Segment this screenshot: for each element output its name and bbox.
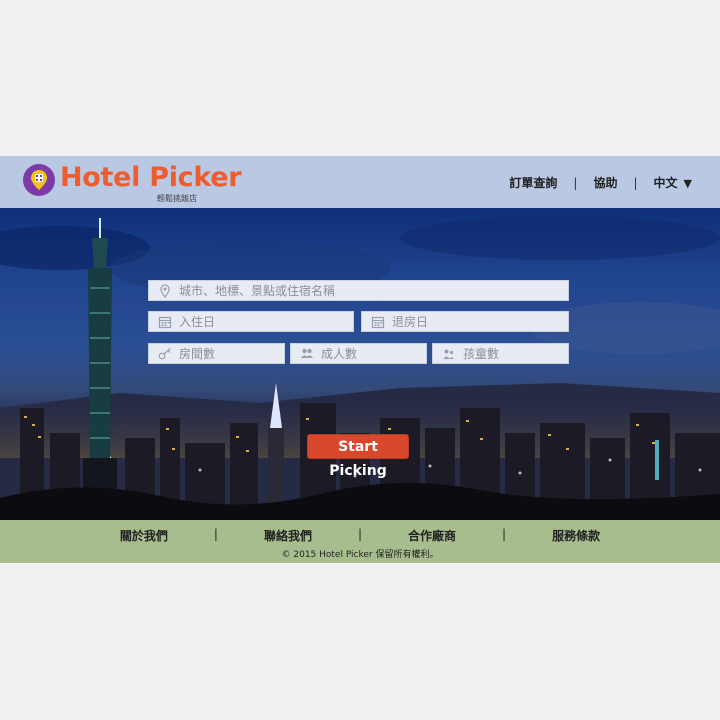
checkout-placeholder: 退房日 — [392, 315, 429, 329]
checkout-date-input[interactable]: 退房日 — [361, 311, 569, 332]
children-placeholder: 孩童數 — [463, 347, 500, 361]
destination-placeholder: 城市、地標、景點或住宿名稱 — [179, 284, 336, 298]
footer-about-link[interactable]: 關於我們 — [120, 527, 168, 544]
nav-separator: | — [573, 175, 578, 190]
logo-tagline: 輕鬆挑飯店 — [157, 194, 197, 203]
nav-separator: | — [633, 175, 638, 190]
children-input[interactable]: 孩童數 — [432, 343, 569, 364]
rooms-placeholder: 房間數 — [179, 347, 216, 361]
adults-input[interactable]: 成人數 — [290, 343, 427, 364]
destination-input[interactable]: 城市、地標、景點或住宿名稱 — [148, 280, 569, 301]
language-label: 中文 — [653, 176, 678, 190]
copyright-text: © 2015 Hotel Picker 保留所有權利。 — [281, 550, 439, 560]
caret-down-icon: ▼ — [683, 177, 692, 190]
footer-terms-link[interactable]: 服務條款 — [552, 527, 600, 544]
key-icon — [158, 347, 171, 359]
footer-separator: | — [213, 527, 218, 541]
calendar-icon — [158, 316, 172, 328]
footer-separator: | — [357, 527, 363, 541]
people-icon — [301, 348, 313, 358]
location-pin-icon — [31, 170, 47, 190]
checkin-date-input[interactable]: 入住日 — [148, 311, 354, 332]
nav-help-link[interactable]: 協助 — [593, 174, 617, 191]
checkin-placeholder: 入住日 — [179, 315, 216, 329]
footer-links: 關於我們 | 聯絡我們 | 合作廠商 | 服務條款 — [0, 527, 720, 544]
language-selector[interactable]: 中文 ▼ — [654, 174, 692, 191]
calendar-icon — [371, 316, 385, 328]
logo-text[interactable]: Hotel Picker — [60, 162, 242, 193]
header: Hotel Picker 輕鬆挑飯店 訂單查詢 | 協助 | 中文 ▼ — [0, 156, 720, 208]
location-pin-icon — [160, 283, 170, 298]
rooms-input[interactable]: 房間數 — [148, 343, 285, 364]
hero-banner: 城市、地標、景點或住宿名稱 入住日 退房日 房間數 成人數 孩童數 Start … — [0, 208, 720, 520]
footer: 關於我們 | 聯絡我們 | 合作廠商 | 服務條款 © 2015 Hotel P… — [0, 520, 720, 563]
children-icon — [443, 349, 454, 359]
footer-separator: | — [502, 527, 507, 541]
top-nav: 訂單查詢 | 協助 | 中文 ▼ — [509, 174, 692, 191]
logo-badge[interactable] — [23, 164, 55, 196]
nav-orders-link[interactable]: 訂單查詢 — [509, 174, 557, 191]
adults-placeholder: 成人數 — [321, 347, 358, 361]
start-picking-button[interactable]: Start Picking — [307, 434, 409, 479]
app-frame: Hotel Picker 輕鬆挑飯店 訂單查詢 | 協助 | 中文 ▼ 城市、地… — [0, 156, 720, 563]
footer-contact-link[interactable]: 聯絡我們 — [264, 527, 312, 544]
footer-partners-link[interactable]: 合作廠商 — [408, 527, 456, 544]
